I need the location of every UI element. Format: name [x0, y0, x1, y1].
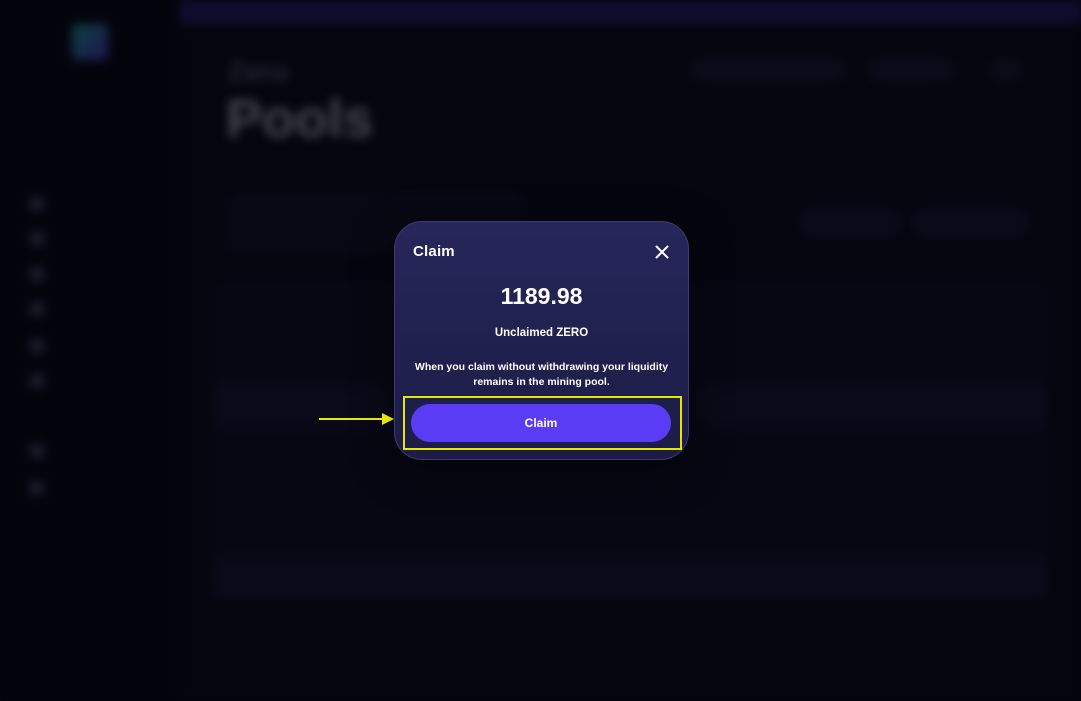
highlight-box	[403, 396, 682, 450]
screen: Zero Pools Claim 1189.98 Unclaimed ZERO …	[0, 0, 1081, 701]
modal-title: Claim	[413, 243, 455, 260]
arrow-right-icon	[319, 413, 394, 425]
close-icon	[655, 245, 669, 259]
claim-info-text: When you claim without withdrawing your …	[414, 361, 669, 388]
unclaimed-label: Unclaimed ZERO	[494, 327, 589, 339]
unclaimed-amount: 1189.98	[500, 283, 583, 309]
close-button[interactable]	[652, 242, 672, 262]
